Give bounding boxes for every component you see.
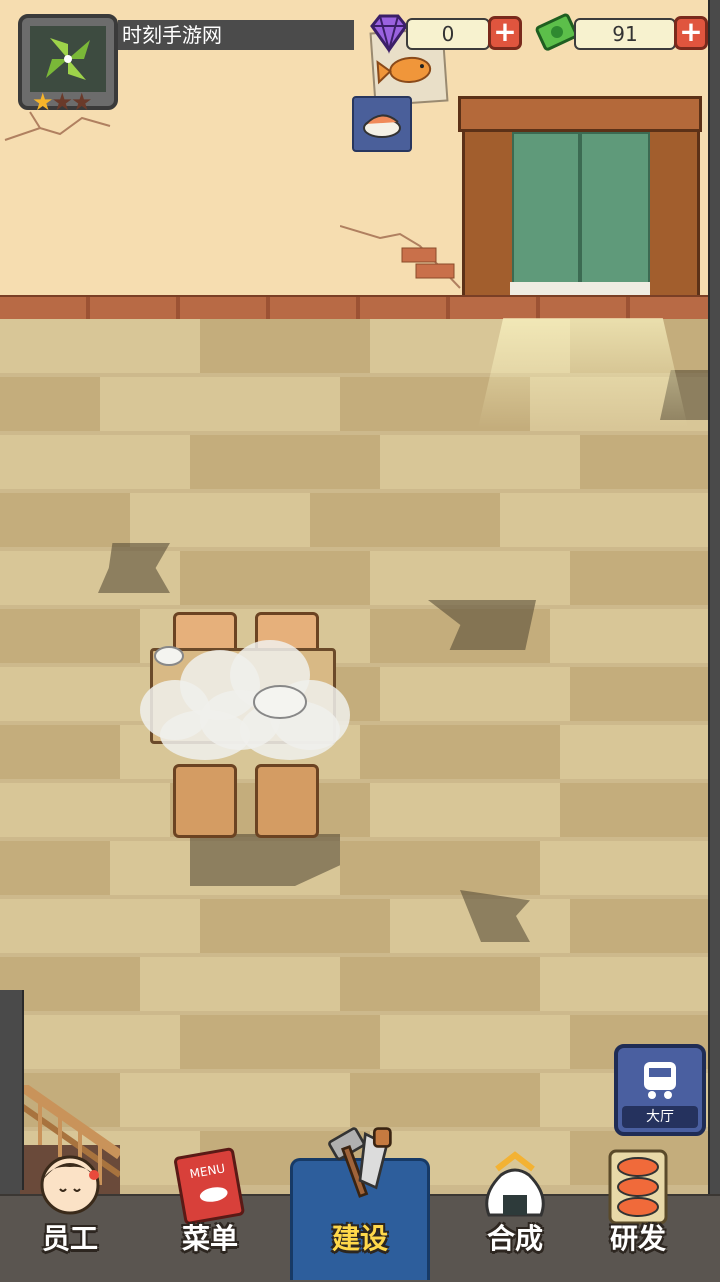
- plate-icon: [253, 685, 307, 719]
- lobby-label: 大厅: [622, 1106, 698, 1128]
- cash-count: 91: [574, 18, 676, 50]
- cup-icon: [154, 646, 184, 666]
- gem-count: 0: [406, 18, 490, 50]
- star-empty-icon: ★: [51, 88, 73, 116]
- star-empty-icon: ★: [71, 88, 92, 116]
- door-lintel: [458, 96, 702, 132]
- train-icon: [644, 1062, 676, 1099]
- nav-staff-label: 员工: [41, 1222, 98, 1255]
- wall-crack-brick: [340, 225, 461, 289]
- nav-research[interactable]: 研发: [583, 1145, 693, 1275]
- nav-build[interactable]: 建设: [305, 1127, 415, 1275]
- nav-menu-label: 菜单: [181, 1222, 238, 1255]
- nav-merge-label: 合成: [486, 1222, 543, 1255]
- player-avatar[interactable]: ★★★: [18, 14, 118, 116]
- sushi-poster: [352, 96, 412, 152]
- lobby-button[interactable]: 大厅: [614, 1044, 706, 1136]
- hammer-saw-icon: [328, 1127, 392, 1198]
- door-light-beam: [478, 318, 688, 428]
- stool[interactable]: [255, 764, 319, 838]
- nav-build-label: 建设: [331, 1222, 388, 1255]
- player-name: 时刻手游网: [118, 20, 354, 50]
- curtain-left: [512, 132, 580, 302]
- right-wall-rail: [708, 0, 720, 1280]
- add-cash-button[interactable]: +: [674, 16, 708, 50]
- add-gems-button[interactable]: +: [488, 16, 522, 50]
- stool[interactable]: [173, 764, 237, 838]
- star-filled-icon: ★: [32, 88, 53, 116]
- pinwheel-icon: [30, 26, 106, 92]
- curtain-right: [580, 132, 650, 302]
- nav-menu[interactable]: MENU 菜单: [155, 1145, 265, 1275]
- rating-stars: ★★★: [32, 88, 92, 116]
- nav-research-label: 研发: [609, 1222, 666, 1255]
- nav-merge[interactable]: 合成: [460, 1145, 570, 1275]
- nav-staff[interactable]: 员工: [15, 1145, 125, 1275]
